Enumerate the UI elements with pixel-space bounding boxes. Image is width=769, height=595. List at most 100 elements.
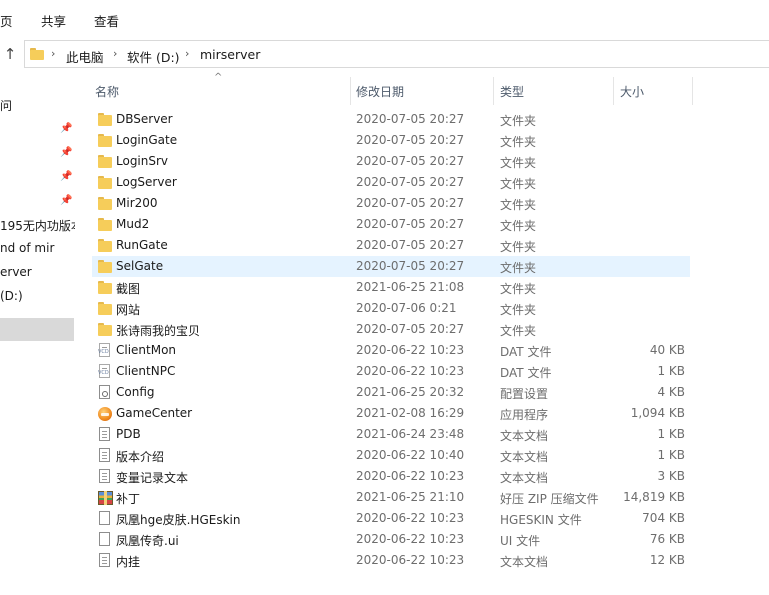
breadcrumb-mirserver[interactable]: mirserver <box>200 47 260 62</box>
file-row[interactable]: Mir200 2020-07-05 20:27 文件夹 <box>92 193 690 214</box>
file-size: 1 KB <box>657 448 685 462</box>
file-type: 好压 ZIP 压缩文件 <box>500 492 599 506</box>
file-row[interactable]: 张诗雨我的宝贝 2020-07-05 20:27 文件夹 <box>92 319 690 340</box>
file-name: LoginGate <box>116 133 178 147</box>
folder-icon <box>98 322 112 337</box>
file-type: 文件夹 <box>500 261 537 275</box>
column-header-size[interactable]: 大小 <box>620 83 644 100</box>
file-size: 3 KB <box>657 469 685 483</box>
file-date: 2020-06-22 10:23 <box>356 553 465 567</box>
file-type: 文本文档 <box>500 429 549 443</box>
file-type: HGESKIN 文件 <box>500 513 582 527</box>
folder-icon <box>98 154 112 169</box>
column-divider[interactable] <box>350 77 351 105</box>
file-type: 文件夹 <box>500 198 537 212</box>
folder-icon <box>98 259 112 274</box>
folder-icon <box>98 175 112 190</box>
column-divider[interactable] <box>692 77 693 105</box>
file-name: GameCenter <box>116 406 193 420</box>
file-date: 2020-07-05 20:27 <box>356 238 465 252</box>
dat-file-icon: VCD <box>98 364 112 379</box>
nav-item-mirserver[interactable]: erver <box>0 265 32 279</box>
column-header-date[interactable]: 修改日期 <box>356 83 404 100</box>
file-row[interactable]: LoginGate 2020-07-05 20:27 文件夹 <box>92 130 690 151</box>
text-file-icon <box>98 427 112 442</box>
file-name: Mud2 <box>116 217 150 231</box>
file-row[interactable]: LoginSrv 2020-07-05 20:27 文件夹 <box>92 151 690 172</box>
file-type: 文件夹 <box>500 114 537 128</box>
file-size: 1 KB <box>657 427 685 441</box>
file-row[interactable]: 凤凰传奇.ui 2020-06-22 10:23 UI 文件 76 KB <box>92 529 690 550</box>
application-icon <box>98 406 112 421</box>
nav-item-quick-access[interactable]: 问 <box>0 97 12 114</box>
file-row[interactable]: PDB 2021-06-24 23:48 文本文档 1 KB <box>92 424 690 445</box>
file-row[interactable]: LogServer 2020-07-05 20:27 文件夹 <box>92 172 690 193</box>
file-date: 2021-06-24 23:48 <box>356 427 465 441</box>
file-type: 文件夹 <box>500 135 537 149</box>
file-size: 40 KB <box>649 343 685 357</box>
file-row[interactable]: GameCenter 2021-02-08 16:29 应用程序 1,094 KB <box>92 403 690 424</box>
file-row[interactable]: RunGate 2020-07-05 20:27 文件夹 <box>92 235 690 256</box>
file-name: 凤凰hge皮肤.HGEskin <box>116 513 241 527</box>
file-type: 文本文档 <box>500 555 549 569</box>
file-type: DAT 文件 <box>500 366 552 380</box>
file-row[interactable]: VCD ClientNPC 2020-06-22 10:23 DAT 文件 1 KB <box>92 361 690 382</box>
file-name: 内挂 <box>116 555 141 569</box>
file-type: 文本文档 <box>500 450 549 464</box>
file-date: 2020-07-05 20:27 <box>356 217 465 231</box>
file-row[interactable]: 补丁 2021-06-25 21:10 好压 ZIP 压缩文件 14,819 KB <box>92 487 690 508</box>
file-type: 文件夹 <box>500 303 537 317</box>
file-row[interactable]: 内挂 2020-06-22 10:23 文本文档 12 KB <box>92 550 690 571</box>
file-type: 文件夹 <box>500 219 537 233</box>
file-date: 2020-07-06 0:21 <box>356 301 457 315</box>
address-bar[interactable]: › 此电脑 › 软件 (D:) › mirserver <box>24 40 769 68</box>
file-size: 4 KB <box>657 385 685 399</box>
file-name: Mir200 <box>116 196 158 210</box>
file-date: 2020-06-22 10:23 <box>356 364 465 378</box>
file-type: 文件夹 <box>500 156 537 170</box>
file-row[interactable]: DBServer 2020-07-05 20:27 文件夹 <box>92 109 690 130</box>
column-divider[interactable] <box>493 77 494 105</box>
file-row[interactable]: SelGate 2020-07-05 20:27 文件夹 <box>92 256 690 277</box>
nav-item-version-folder[interactable]: 195无内功版本 <box>0 217 75 234</box>
ribbon-tab-share[interactable]: 共享 <box>41 11 66 30</box>
file-date: 2021-02-08 16:29 <box>356 406 465 420</box>
ribbon-tab-page[interactable]: 页 <box>0 11 13 30</box>
column-header-type[interactable]: 类型 <box>500 83 524 100</box>
arrow-up-icon[interactable]: ↑ <box>0 45 20 63</box>
file-row[interactable]: 网站 2020-07-06 0:21 文件夹 <box>92 298 690 319</box>
file-date: 2020-06-22 10:23 <box>356 532 465 546</box>
breadcrumb-this-pc[interactable]: 此电脑 <box>66 47 104 66</box>
file-row[interactable]: Config 2021-06-25 20:32 配置设置 4 KB <box>92 382 690 403</box>
file-name: 张诗雨我的宝贝 <box>116 324 201 338</box>
chevron-right-icon[interactable]: › <box>185 47 189 60</box>
nav-item-selected[interactable] <box>0 318 74 341</box>
file-name: LoginSrv <box>116 154 169 168</box>
blank-file-icon <box>98 511 112 526</box>
folder-icon <box>98 217 112 232</box>
chevron-right-icon[interactable]: › <box>113 47 117 60</box>
column-divider[interactable] <box>613 77 614 105</box>
pin-icon: 📌 <box>60 123 73 134</box>
file-name: DBServer <box>116 112 173 126</box>
chevron-right-icon[interactable]: › <box>51 47 55 60</box>
file-row[interactable]: 变量记录文本 2020-06-22 10:23 文本文档 3 KB <box>92 466 690 487</box>
pin-icon: 📌 <box>60 195 73 206</box>
column-header-name[interactable]: 名称 <box>95 83 119 100</box>
text-file-icon <box>98 553 112 568</box>
file-type: 文件夹 <box>500 177 537 191</box>
nav-item-legend-of-mir[interactable]: nd of mir <box>0 241 54 255</box>
nav-item-drive-d[interactable]: (D:) <box>0 289 23 303</box>
ribbon-tab-view[interactable]: 查看 <box>94 11 119 30</box>
breadcrumb-drive-d[interactable]: 软件 (D:) <box>127 47 180 66</box>
file-size: 1 KB <box>657 364 685 378</box>
file-type: UI 文件 <box>500 534 541 548</box>
file-row[interactable]: 截图 2021-06-25 21:08 文件夹 <box>92 277 690 298</box>
folder-icon <box>98 133 112 148</box>
file-row[interactable]: 版本介绍 2020-06-22 10:40 文本文档 1 KB <box>92 445 690 466</box>
file-row[interactable]: Mud2 2020-07-05 20:27 文件夹 <box>92 214 690 235</box>
file-name: 补丁 <box>116 492 141 506</box>
file-row[interactable]: 凤凰hge皮肤.HGEskin 2020-06-22 10:23 HGESKIN 文… <box>92 508 690 529</box>
file-row[interactable]: VCD ClientMon 2020-06-22 10:23 DAT 文件 40 KB <box>92 340 690 361</box>
dat-file-icon: VCD <box>98 343 112 358</box>
